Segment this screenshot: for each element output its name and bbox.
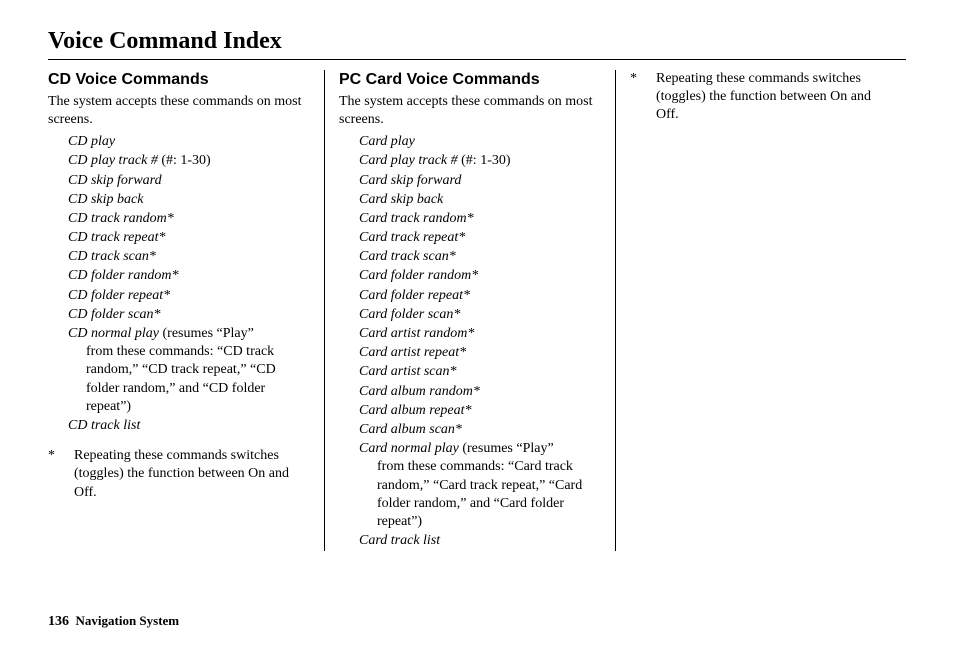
footer-section: Navigation System xyxy=(76,613,180,628)
cd-intro: The system accepts these commands on mos… xyxy=(48,93,310,129)
command-item: CD play track # (#: 1-30) xyxy=(68,152,310,170)
command-item: Card artist scan* xyxy=(359,363,601,381)
command-item: Card folder scan* xyxy=(359,306,601,324)
command-item: CD track list xyxy=(68,417,310,435)
command-item: CD folder random* xyxy=(68,267,310,285)
command-item: Card normal play (resumes “Play”from the… xyxy=(359,440,601,531)
cd-command-list: CD playCD play track # (#: 1-30) CD skip … xyxy=(48,133,310,435)
command-item: Card artist random* xyxy=(359,325,601,343)
command-item: CD track random* xyxy=(68,210,310,228)
command-item: CD normal play (resumes “Play”from these… xyxy=(68,325,310,416)
command-item: CD skip back xyxy=(68,191,310,209)
content-columns: CD Voice Commands The system accepts the… xyxy=(48,70,906,551)
command-item: Card play xyxy=(359,133,601,151)
footnote-pc: * Repeating these commands switches (tog… xyxy=(630,70,892,125)
command-item: Card skip forward xyxy=(359,172,601,190)
column-pc-card-commands: PC Card Voice Commands The system accept… xyxy=(324,70,616,551)
footnote-cd: * Repeating these commands switches (tog… xyxy=(48,447,310,502)
command-item: Card track scan* xyxy=(359,248,601,266)
command-item: Card folder repeat* xyxy=(359,287,601,305)
footnote-text: Repeating these commands switches (toggl… xyxy=(656,70,892,125)
command-item: Card album scan* xyxy=(359,421,601,439)
command-item: Card album random* xyxy=(359,383,601,401)
page-title: Voice Command Index xyxy=(48,28,906,60)
column-footnote: * Repeating these commands switches (tog… xyxy=(616,70,906,551)
command-item: CD track repeat* xyxy=(68,229,310,247)
footnote-text: Repeating these commands switches (toggl… xyxy=(74,447,310,502)
command-item: CD folder scan* xyxy=(68,306,310,324)
command-item: Card track repeat* xyxy=(359,229,601,247)
footnote-symbol: * xyxy=(630,70,640,125)
footnote-symbol: * xyxy=(48,447,58,502)
page-number: 136 xyxy=(48,614,69,629)
pc-intro: The system accepts these commands on mos… xyxy=(339,93,601,129)
command-item: Card skip back xyxy=(359,191,601,209)
command-item: CD folder repeat* xyxy=(68,287,310,305)
page-footer: 136 Navigation System xyxy=(48,613,179,630)
command-item: Card play track # (#: 1-30) xyxy=(359,152,601,170)
command-item: Card album repeat* xyxy=(359,402,601,420)
command-item: CD play xyxy=(68,133,310,151)
pc-command-list: Card playCard play track # (#: 1-30) Card… xyxy=(339,133,601,550)
command-item: CD track scan* xyxy=(68,248,310,266)
command-item: CD skip forward xyxy=(68,172,310,190)
cd-heading: CD Voice Commands xyxy=(48,70,310,91)
column-cd-commands: CD Voice Commands The system accepts the… xyxy=(48,70,324,551)
command-item: Card track list xyxy=(359,532,601,550)
command-item: Card artist repeat* xyxy=(359,344,601,362)
command-item: Card track random* xyxy=(359,210,601,228)
command-item: Card folder random* xyxy=(359,267,601,285)
pc-heading: PC Card Voice Commands xyxy=(339,70,601,91)
